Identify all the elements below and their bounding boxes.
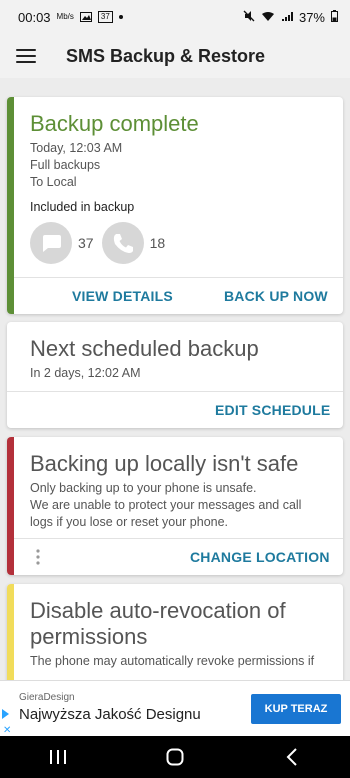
- more-notifications-icon: [118, 15, 123, 19]
- warning-line-1: Only backing up to your phone is unsafe.: [30, 481, 257, 495]
- card-actions: VIEW DETAILS BACK UP NOW: [14, 277, 343, 314]
- calls-count: 18: [149, 235, 166, 251]
- card-title: Next scheduled backup: [30, 336, 259, 361]
- battery-level: 37%: [298, 9, 325, 25]
- card-title: Backing up locally isn't safe: [30, 451, 299, 476]
- permissions-card: Disable auto-revocation of permissions T…: [7, 584, 343, 694]
- more-options-icon[interactable]: [36, 549, 40, 570]
- battery-icon: [331, 9, 338, 25]
- card-accent-stripe: [7, 437, 14, 575]
- local-backup-warning-card: Backing up locally isn't safe Only backi…: [7, 437, 343, 575]
- status-bar: 00:03 Mb/s 37 37%: [0, 0, 350, 34]
- signal-icon: [281, 10, 293, 25]
- phone-icon: [101, 222, 144, 264]
- network-speed: Mb/s: [56, 12, 74, 21]
- backup-destination: To Local: [30, 175, 77, 189]
- messages-count: 37: [78, 235, 94, 251]
- ad-close-icon[interactable]: ✕: [3, 725, 11, 736]
- ad-headline: Najwyższa Jakość Designu: [19, 706, 201, 723]
- card-actions: CHANGE LOCATION: [14, 538, 343, 575]
- back-up-now-button[interactable]: BACK UP NOW: [224, 288, 328, 304]
- card-title: Backup complete: [30, 111, 199, 136]
- view-details-button[interactable]: VIEW DETAILS: [72, 288, 173, 304]
- app-title: SMS Backup & Restore: [66, 45, 266, 66]
- recent-apps-button[interactable]: [33, 742, 83, 772]
- gallery-icon: [79, 10, 92, 25]
- permissions-line-1: The phone may automatically revoke permi…: [30, 654, 315, 668]
- included-label: Included in backup: [30, 200, 135, 214]
- ad-choices-icon[interactable]: [2, 709, 9, 719]
- card-actions: EDIT SCHEDULE: [7, 391, 343, 428]
- ad-brand: GieraDesign: [19, 692, 75, 703]
- schedule-time: In 2 days, 12:02 AM: [30, 366, 141, 380]
- system-nav-bar: [0, 736, 350, 778]
- home-button[interactable]: [150, 742, 200, 772]
- change-location-button[interactable]: CHANGE LOCATION: [190, 549, 330, 565]
- scheduled-backup-card: Next scheduled backup In 2 days, 12:02 A…: [7, 322, 343, 428]
- ad-cta-button[interactable]: KUP TERAZ: [251, 694, 341, 724]
- edit-schedule-button[interactable]: EDIT SCHEDULE: [215, 402, 330, 418]
- back-button[interactable]: [267, 742, 317, 772]
- menu-icon[interactable]: [16, 49, 36, 63]
- backup-time: Today, 12:03 AM: [30, 141, 123, 155]
- backup-complete-card: Backup complete Today, 12:03 AM Full bac…: [7, 97, 343, 314]
- notification-badge: 37: [97, 11, 113, 23]
- app-bar: SMS Backup & Restore: [0, 34, 350, 78]
- card-title: Disable auto-revocation of permissions: [30, 598, 286, 649]
- card-accent-stripe: [7, 584, 14, 694]
- card-accent-stripe: [7, 97, 14, 314]
- warning-line-2: We are unable to protect your messages a…: [30, 498, 302, 529]
- clock: 00:03: [18, 9, 51, 25]
- ad-banner[interactable]: GieraDesign Najwyższa Jakość Designu KUP…: [0, 680, 350, 736]
- wifi-icon: [261, 10, 275, 25]
- backup-type: Full backups: [30, 158, 101, 172]
- mute-icon: [243, 10, 255, 25]
- messages-icon: [30, 222, 72, 264]
